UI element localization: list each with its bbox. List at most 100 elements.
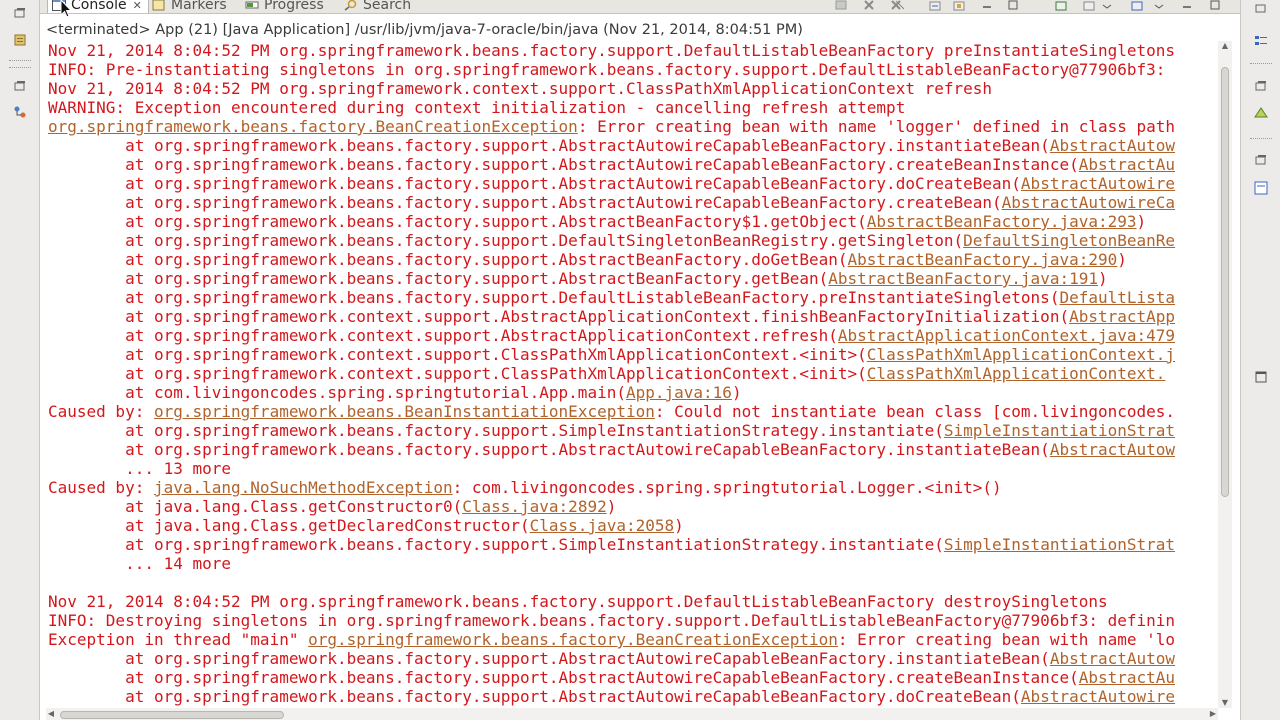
stacktrace-link[interactable]: AbstractAutowire (1021, 687, 1175, 706)
console-line-text: Caused by: (48, 478, 154, 497)
stacktrace-link[interactable]: java.lang.NoSuchMethodException (154, 478, 453, 497)
stacktrace-link[interactable]: AbstractAu (1079, 668, 1175, 687)
restore-icon[interactable] (1253, 78, 1269, 94)
restore-icon[interactable] (1253, 0, 1269, 16)
tab-label: Progress (264, 0, 324, 13)
remove-all-terminated-icon[interactable] (890, 0, 905, 10)
maximize-icon[interactable] (1006, 0, 1020, 10)
tab-markers[interactable]: Markers (152, 0, 227, 13)
stacktrace-link[interactable]: AbstractAutow (1050, 136, 1175, 155)
stacktrace-link[interactable]: org.springframework.beans.BeanInstantiat… (154, 402, 655, 421)
restore-icon[interactable] (12, 5, 28, 21)
restore-icon[interactable] (12, 78, 28, 94)
maximize-icon[interactable] (1253, 369, 1269, 385)
console-line: org.springframework.beans.factory.BeanCr… (48, 117, 1175, 136)
stacktrace-link[interactable]: AbstractBeanFactory.java:293 (867, 212, 1137, 231)
chevron-down-icon[interactable] (1152, 0, 1166, 10)
new-console-icon[interactable] (1130, 0, 1144, 11)
markers-icon (152, 0, 166, 11)
console-line-text: at org.springframework.context.support.C… (48, 345, 867, 364)
console-line-text: Caused by: (48, 402, 154, 421)
mouse-cursor-icon (60, 0, 73, 18)
stacktrace-link[interactable]: ClassPathXmlApplicationContext.j (867, 345, 1175, 364)
stacktrace-link[interactable]: App.java:16 (626, 383, 732, 402)
console-line: at org.springframework.beans.factory.sup… (48, 269, 1108, 288)
stacktrace-link[interactable]: AbstractAu (1079, 155, 1175, 174)
console-line: at org.springframework.beans.factory.sup… (48, 250, 1127, 269)
stacktrace-link[interactable]: ClassPathXmlApplicationContext. (867, 364, 1166, 383)
console-line: Exception in thread "main" org.springfra… (48, 630, 1175, 649)
console-line-text: at org.springframework.beans.factory.sup… (48, 649, 1050, 668)
view-maximize-icon[interactable] (1208, 0, 1222, 10)
hierarchy-icon[interactable] (12, 104, 28, 120)
vertical-scrollbar[interactable]: ▲ ▼ (1218, 41, 1232, 708)
stacktrace-link[interactable]: org.springframework.beans.factory.BeanCr… (48, 117, 578, 136)
chevron-down-icon[interactable] (1100, 0, 1114, 10)
search-icon (344, 0, 358, 11)
stacktrace-link[interactable]: AbstractBeanFactory.java:290 (848, 250, 1118, 269)
console-line: at org.springframework.beans.factory.sup… (48, 288, 1175, 307)
remove-launch-icon[interactable] (862, 0, 876, 10)
console-line: at org.springframework.beans.factory.sup… (48, 649, 1175, 668)
console-line-text: ) (731, 383, 742, 402)
console-line: at org.springframework.beans.factory.sup… (48, 231, 1175, 250)
stacktrace-link[interactable]: AbstractApplicationContext.java:479 (838, 326, 1175, 345)
restore-icon[interactable] (1253, 152, 1269, 168)
console-line-text: at org.springframework.beans.factory.sup… (48, 193, 1002, 212)
stacktrace-link[interactable]: AbstractAutow (1050, 649, 1175, 668)
close-icon[interactable]: ✕ (133, 0, 142, 12)
tab-search[interactable]: Search (344, 0, 411, 13)
view-list-icon[interactable] (1253, 180, 1269, 196)
terminate-icon[interactable] (834, 0, 848, 10)
open-console-icon[interactable] (1054, 0, 1068, 11)
console-line-text: at org.springframework.beans.factory.sup… (48, 440, 1050, 459)
stacktrace-link[interactable]: AbstractBeanFactory.java:191 (828, 269, 1098, 288)
view-minimize-icon[interactable] (1180, 0, 1194, 10)
stacktrace-link[interactable]: DefaultLista (1059, 288, 1175, 307)
stacktrace-link[interactable]: Class.java:2892 (462, 497, 607, 516)
trim-separator (1250, 63, 1272, 64)
stacktrace-link[interactable]: AbstractAutow (1050, 440, 1175, 459)
vertical-scroll-thumb[interactable] (1221, 67, 1229, 497)
console-line-text: at org.springframework.beans.factory.sup… (48, 288, 1060, 307)
trim-separator (1250, 138, 1272, 139)
stacktrace-link[interactable]: Class.java:2058 (530, 516, 675, 535)
stacktrace-link[interactable]: org.springframework.beans.factory.BeanCr… (308, 630, 838, 649)
minimize-icon[interactable] (980, 0, 994, 10)
stacktrace-link[interactable]: AbstractAutowireCa (1002, 193, 1175, 212)
package-explorer-icon[interactable] (12, 32, 28, 48)
scroll-left-arrow-icon[interactable]: ◀ (46, 709, 56, 719)
stacktrace-link[interactable]: SimpleInstantiationStrat (944, 535, 1175, 554)
console-line: INFO: Destroying singletons in org.sprin… (48, 611, 1176, 630)
stacktrace-link[interactable]: AbstractApp (1069, 307, 1175, 326)
stacktrace-link[interactable]: AbstractAutowire (1021, 174, 1175, 193)
scroll-up-arrow-icon[interactable]: ▲ (1218, 41, 1232, 51)
console-line-text: ) (1136, 212, 1147, 231)
tab-progress[interactable]: Progress (245, 0, 324, 13)
scroll-right-arrow-icon[interactable]: ▶ (1208, 709, 1218, 719)
console-line: at java.lang.Class.getDeclaredConstructo… (48, 516, 684, 535)
scroll-lock-icon[interactable] (952, 0, 966, 11)
clear-console-icon[interactable] (928, 0, 942, 11)
console-line: at org.springframework.beans.factory.sup… (48, 687, 1175, 706)
stacktrace-link[interactable]: DefaultSingletonBeanRe (963, 231, 1175, 250)
console-line: ... 14 more (48, 554, 232, 573)
task-list-icon[interactable] (1253, 105, 1269, 121)
scroll-down-arrow-icon[interactable]: ▼ (1218, 698, 1232, 708)
stacktrace-link[interactable]: SimpleInstantiationStrat (944, 421, 1175, 440)
console-line-text: at java.lang.Class.getConstructor0( (48, 497, 463, 516)
horizontal-scrollbar[interactable]: ◀ ▶ (46, 708, 1218, 720)
console-line: at org.springframework.beans.factory.sup… (48, 440, 1175, 459)
outline-icon[interactable] (1253, 33, 1269, 49)
display-console-icon[interactable] (1082, 0, 1096, 11)
console-line: at org.springframework.beans.factory.sup… (48, 212, 1146, 231)
horizontal-scroll-thumb[interactable] (60, 711, 284, 719)
right-trim-stack (1240, 0, 1280, 720)
console-output[interactable]: Nov 21, 2014 8:04:52 PM org.springframew… (46, 41, 1218, 708)
console-line-text: at java.lang.Class.getDeclaredConstructo… (48, 516, 530, 535)
console-line-text: : Error creating bean with name 'logger'… (577, 117, 1176, 136)
console-line-text: ) (1117, 250, 1127, 269)
console-line: at org.springframework.beans.factory.sup… (48, 668, 1175, 687)
console-line: Nov 21, 2014 8:04:52 PM org.springframew… (48, 41, 1176, 60)
console-line: ... 13 more (48, 459, 232, 478)
